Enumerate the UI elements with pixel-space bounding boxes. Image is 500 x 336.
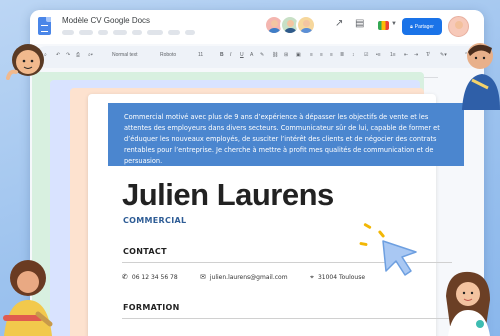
divider [122, 318, 452, 319]
menu-item[interactable] [79, 30, 93, 35]
lock-icon: 🔒︎ [410, 23, 413, 30]
illustrated-person-icon [3, 260, 53, 336]
highlight-icon[interactable]: ✎ [260, 53, 264, 58]
menu-item[interactable] [147, 30, 163, 35]
location-icon: ⌖ [310, 273, 314, 281]
outdent-icon[interactable]: ⇥ [414, 53, 418, 58]
location-text: 31004 Toulouse [317, 274, 366, 281]
numbered-list-icon[interactable]: 1≡ [390, 53, 396, 58]
zoom-icon[interactable]: ⌕▾ [88, 53, 93, 58]
italic-icon[interactable]: I [230, 53, 231, 58]
contact-phone[interactable]: ✆ 06 12 34 56 78 [122, 273, 178, 281]
formatting-toolbar: ⌕ ↶ ↷ ⎙ ⌕▾ Normal text Roboto 11 B I U A… [36, 46, 478, 68]
checklist-icon[interactable]: ☑ [364, 53, 368, 58]
contact-email[interactable]: ✉ julien.laurens@gmail.com [200, 273, 288, 281]
candidate-role[interactable]: COMMERCIAL [123, 216, 186, 225]
summary-text[interactable]: Commercial motivé avec plus de 9 ans d’e… [124, 112, 454, 167]
font-size[interactable]: 11 [198, 53, 203, 58]
share-button[interactable]: 🔒︎ Partager [402, 18, 442, 35]
menu-item[interactable] [168, 30, 180, 35]
docs-icon[interactable] [38, 17, 51, 35]
section-title-contact[interactable]: CONTACT [123, 247, 167, 256]
font-select[interactable]: Roboto [160, 53, 176, 58]
share-label: Partager [414, 23, 434, 30]
bullet-list-icon[interactable]: •≡ [376, 53, 381, 58]
collaborator-avatars [264, 15, 316, 35]
style-select[interactable]: Normal text [112, 53, 138, 58]
undo-icon[interactable]: ↶ [56, 53, 60, 58]
email-text: julien.laurens@gmail.com [209, 273, 288, 281]
indent-icon[interactable]: ⇤ [404, 53, 408, 58]
arrow-cursor-icon [382, 240, 417, 276]
summary-banner: Commercial motivé avec plus de 9 ans d’e… [108, 103, 464, 166]
illustrated-person-icon [6, 44, 44, 80]
clear-format-icon[interactable]: T̸ [426, 53, 429, 58]
title-bar: Modèle CV Google Docs ↗ ▤ ▼ 🔒︎ Partager [30, 10, 484, 44]
contact-location[interactable]: ⌖ 31004 Toulouse [310, 273, 365, 282]
line-spacing-icon[interactable]: ↕ [352, 53, 355, 58]
section-title-formation[interactable]: FORMATION [123, 303, 180, 312]
meet-icon[interactable] [378, 21, 389, 30]
justify-icon[interactable]: ≣ [340, 53, 344, 58]
text-color-icon[interactable]: A [250, 53, 253, 58]
comment-icon[interactable]: ▤ [355, 19, 364, 29]
chevron-down-icon[interactable]: ▼ [391, 21, 397, 27]
user-avatar[interactable] [448, 16, 469, 37]
document-title[interactable]: Modèle CV Google Docs [62, 16, 150, 25]
underline-icon[interactable]: U [240, 53, 244, 58]
menu-item[interactable] [185, 30, 195, 35]
candidate-name[interactable]: Julien Laurens [122, 177, 334, 213]
edit-mode-icon[interactable]: ✎▾ [440, 53, 447, 58]
align-right-icon[interactable]: ≡ [330, 53, 333, 58]
bold-icon[interactable]: B [220, 53, 224, 58]
trend-icon[interactable]: ↗ [335, 19, 343, 29]
menu-item[interactable] [98, 30, 108, 35]
redo-icon[interactable]: ↷ [66, 53, 70, 58]
menu-item[interactable] [113, 30, 127, 35]
avatar[interactable] [296, 15, 316, 35]
image-icon[interactable]: ▣ [296, 53, 301, 58]
menu-item[interactable] [132, 30, 142, 35]
link-icon[interactable]: ⛓ [272, 53, 278, 58]
print-icon[interactable]: ⎙ [76, 53, 80, 58]
align-left-icon[interactable]: ≡ [310, 53, 313, 58]
phone-icon: ✆ [122, 273, 128, 281]
illustrated-person-icon [446, 271, 490, 336]
phone-text: 06 12 34 56 78 [131, 273, 178, 281]
mail-icon: ✉ [200, 273, 206, 281]
illustrated-person-icon [462, 43, 500, 110]
align-center-icon[interactable]: ≡ [320, 53, 323, 58]
pointer-cursor-icon [359, 222, 424, 280]
comment-add-icon[interactable]: ⊞ [284, 53, 288, 58]
menu-bar [62, 30, 195, 35]
menu-item[interactable] [62, 30, 74, 35]
